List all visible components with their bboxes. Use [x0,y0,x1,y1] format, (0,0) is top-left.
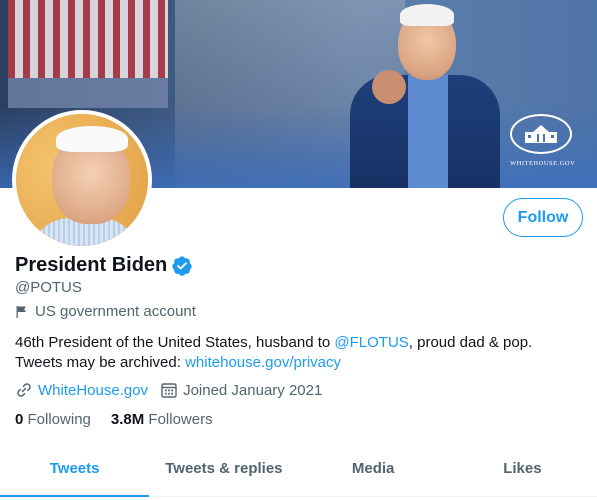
government-account-label[interactable]: US government account [15,303,196,320]
following-label: Following [27,411,91,428]
flag-icon [16,305,26,318]
tab-tweets-and-replies[interactable]: Tweets & replies [149,440,298,496]
person-hair [400,4,454,26]
whitehouse-logo-label: WHITEHOUSE.GOV [510,160,576,167]
whitehouse-building-icon [525,125,557,143]
person-shirt [408,75,448,188]
tab-likes[interactable]: Likes [448,440,597,496]
verified-badge-icon[interactable] [171,255,193,277]
person-fist [372,70,406,104]
tab-media[interactable]: Media [299,440,448,496]
display-name: President Biden [15,254,168,276]
joined-date: Joined January 2021 [183,381,323,399]
tab-tweets[interactable]: Tweets [0,440,150,497]
link-icon [17,383,31,397]
banner-photo-person [330,0,510,188]
banner-flag-shadow [8,78,168,108]
whitehouse-logo: WHITEHOUSE.GOV [510,114,576,176]
flotus-mention-link[interactable]: @FLOTUS [334,334,408,351]
bio-text: 46th President of the United States, hus… [15,334,335,351]
follow-button[interactable]: Follow [503,198,583,237]
profile-meta: WhiteHouse.gov Joined January 2021 [15,381,334,399]
follow-stats: 0 Following 3.8M Followers [15,411,213,428]
website-item[interactable]: WhiteHouse.gov [15,381,148,399]
profile-avatar[interactable] [12,110,152,250]
profile-handle: @POTUS [15,279,82,296]
followers-count: 3.8M [110,411,145,428]
bio-text: , proud dad & pop. [408,334,533,351]
government-account-text: US government account [35,303,196,320]
calendar-icon [161,383,177,398]
profile-bio: 46th President of the United States, hus… [15,333,585,373]
privacy-link[interactable]: whitehouse.gov/privacy [185,354,341,371]
profile-tabs: Tweets Tweets & replies Media Likes [0,440,597,497]
followers-label: Followers [148,411,213,428]
avatar-hair [56,126,128,152]
bio-text: Tweets may be archived: [15,354,186,371]
followers-stat[interactable]: 3.8M Followers [111,411,213,428]
joined-item: Joined January 2021 [160,381,322,399]
banner-flag [8,0,168,78]
whitehouse-logo-ring [510,114,572,154]
following-stat[interactable]: 0 Following [15,411,91,428]
website-link[interactable]: WhiteHouse.gov [38,382,148,399]
following-count: 0 [15,411,24,428]
name-row: President Biden [15,254,193,277]
